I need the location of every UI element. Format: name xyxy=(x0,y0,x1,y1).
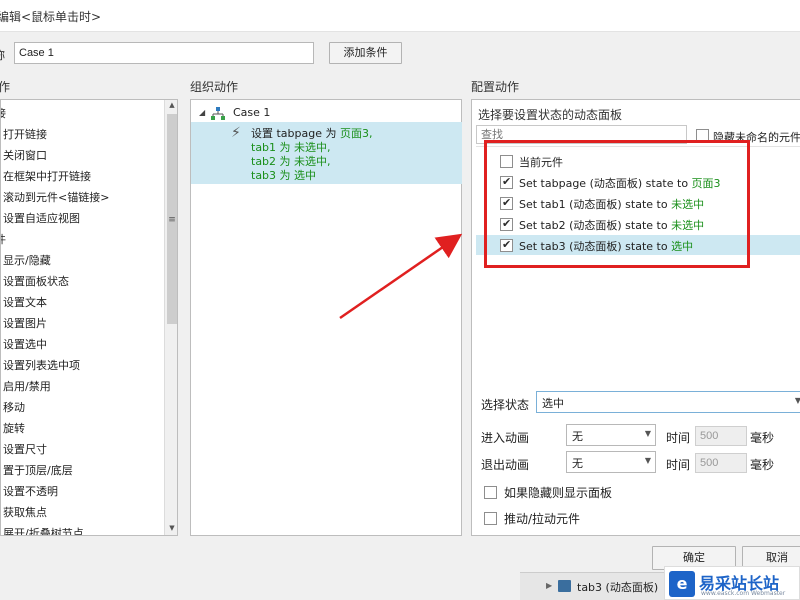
configure-action-heading: 配置动作 xyxy=(471,80,520,94)
exit-time-label: 时间 xyxy=(666,458,691,472)
tree-item[interactable]: 设置自适应视图 xyxy=(3,210,80,228)
scroll-down-icon[interactable]: ▼ xyxy=(165,524,177,532)
tree-item[interactable]: 获取焦点 xyxy=(3,504,47,522)
dynamic-panel-heading: 选择要设置状态的动态面板 xyxy=(478,108,623,122)
organize-actions-panel: ◢ Case 1 ⚡ 设置 tabpage 为 页面3, tab1 为 未选中,… xyxy=(190,99,462,536)
tree-item[interactable]: 启用/禁用 xyxy=(3,378,51,396)
tree-item[interactable]: 设置选中 xyxy=(3,336,47,354)
organize-actions-heading: 组织动作 xyxy=(190,80,239,94)
enter-animation-select[interactable]: 无 ▼ xyxy=(566,424,656,446)
enter-time-input[interactable] xyxy=(695,426,747,446)
scroll-grip-icon: ≡ xyxy=(168,215,176,225)
action-tree-scrollbar[interactable]: ▲ ≡ ▼ xyxy=(164,100,177,535)
watermark-logo: e 易采站长站 www.easck.com Webmaster xyxy=(664,566,800,600)
add-condition-button[interactable]: 添加条件 xyxy=(329,42,402,64)
case-icon xyxy=(211,107,225,120)
tree-item[interactable]: 设置列表选中项 xyxy=(3,357,80,375)
case-label: Case 1 xyxy=(233,106,271,119)
push-pull-label: 推动/拉动元件 xyxy=(504,512,581,526)
exit-animation-value: 无 xyxy=(572,457,583,470)
action-value: 选中 xyxy=(294,169,317,182)
case-name-input[interactable] xyxy=(14,42,314,64)
outline-row-label: tab3 (动态面板) xyxy=(577,581,659,594)
push-pull-checkbox[interactable] xyxy=(484,512,497,525)
tree-item[interactable]: 滚动到元件<锚链接> xyxy=(3,189,109,207)
annotation-highlight-box xyxy=(484,140,750,268)
tree-item[interactable]: 设置文本 xyxy=(3,294,47,312)
case-name-label: 称 xyxy=(0,47,5,63)
tree-item[interactable]: 显示/隐藏 xyxy=(3,252,51,270)
tree-item[interactable]: 置于顶层/底层 xyxy=(3,462,73,480)
tree-item[interactable]: 展开/折叠树节点 xyxy=(3,525,84,535)
tree-item[interactable]: 设置面板状态 xyxy=(3,273,69,291)
lightning-icon: ⚡ xyxy=(231,125,241,141)
configure-action-panel: 选择要设置状态的动态面板 隐藏未命名的元件 当前元件 Set tabpage (… xyxy=(471,99,800,536)
expand-triangle-icon[interactable]: ▶ xyxy=(546,581,552,590)
title-bar: 编辑<鼠标单击时> xyxy=(0,0,800,32)
action-item[interactable]: ⚡ 设置 tabpage 为 页面3, tab1 为 未选中, tab2 为 未… xyxy=(191,122,462,184)
dynamic-panel-icon xyxy=(558,580,571,592)
chevron-down-icon: ▼ xyxy=(644,429,651,438)
enter-time-label: 时间 xyxy=(666,431,691,445)
exit-ms-label: 毫秒 xyxy=(750,458,775,472)
tree-item[interactable]: 设置尺寸 xyxy=(3,441,47,459)
action-tree-panel: 接打开链接关闭窗口在框架中打开链接滚动到元件<锚链接> 设置自适应视图件显示/隐藏… xyxy=(0,99,178,536)
state-select-value: 选中 xyxy=(542,397,564,410)
scroll-up-icon[interactable]: ▲ xyxy=(165,101,177,109)
action-text: tab3 为 xyxy=(251,169,295,182)
tree-item[interactable]: 件 xyxy=(1,231,6,249)
actions-section-heading: 作 xyxy=(0,80,11,94)
enter-animation-value: 无 xyxy=(572,430,583,443)
tree-item[interactable]: 关闭窗口 xyxy=(3,147,47,165)
tree-item[interactable]: 移动 xyxy=(3,399,25,417)
action-value: 页面3, xyxy=(340,127,373,140)
show-if-hidden-label: 如果隐藏则显示面板 xyxy=(504,486,613,500)
site-logo-icon: e xyxy=(669,571,695,597)
exit-time-input[interactable] xyxy=(695,453,747,473)
exit-animation-label: 退出动画 xyxy=(481,458,530,472)
collapse-triangle-icon[interactable]: ◢ xyxy=(199,108,205,117)
watermark-url: www.easck.com Webmaster xyxy=(701,590,786,597)
select-state-label: 选择状态 xyxy=(481,398,530,412)
exit-animation-select[interactable]: 无 ▼ xyxy=(566,451,656,473)
show-if-hidden-checkbox[interactable] xyxy=(484,486,497,499)
tree-item[interactable]: 设置图片 xyxy=(3,315,47,333)
tree-item[interactable]: 打开链接 xyxy=(3,126,47,144)
tree-item[interactable]: 接 xyxy=(1,105,6,123)
window-title: 编辑<鼠标单击时> xyxy=(0,10,102,24)
state-select[interactable]: 选中 ▼ xyxy=(536,391,800,413)
tree-item[interactable]: 设置不透明 xyxy=(3,483,58,501)
tree-item[interactable]: 旋转 xyxy=(3,420,25,438)
chevron-down-icon: ▼ xyxy=(795,396,800,405)
tree-item[interactable]: 在框架中打开链接 xyxy=(3,168,91,186)
chevron-down-icon: ▼ xyxy=(644,456,651,465)
enter-ms-label: 毫秒 xyxy=(750,431,775,445)
enter-animation-label: 进入动画 xyxy=(481,431,530,445)
